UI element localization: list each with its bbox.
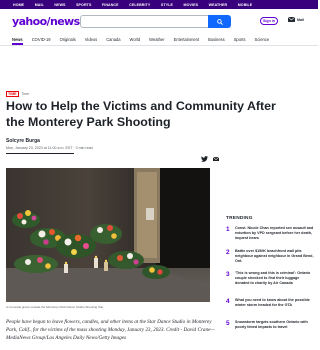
nav-item-entertainment[interactable]: Entertainment	[174, 37, 200, 42]
mail-label: Mail	[297, 17, 304, 22]
topbar-link-home[interactable]: HOME	[13, 3, 24, 7]
search-bar	[80, 15, 231, 28]
article-body-paragraph: People have begun to leave flowers, cand…	[6, 319, 216, 341]
article-source[interactable]: TIME Time	[6, 91, 29, 97]
nav-item-covid-19[interactable]: COVID-19	[32, 37, 51, 42]
article-photo	[6, 168, 210, 302]
article-author[interactable]: Solcyre Burga	[6, 138, 40, 144]
logo-news-text: news	[49, 15, 80, 28]
twitter-share-button[interactable]	[200, 155, 208, 163]
trending-rank: 2	[226, 249, 230, 256]
trending-item[interactable]: 3 'This is wrong and this is criminal': …	[226, 271, 314, 285]
search-input[interactable]	[80, 15, 208, 28]
trending-item[interactable]: 5 Snowstorm targets southern Ontario wit…	[226, 320, 314, 330]
nav-item-canada[interactable]: Canada	[106, 37, 120, 42]
trending-headline[interactable]: Const. Nicole Chan reported sex assault …	[235, 226, 314, 240]
trending-rank: 3	[226, 271, 230, 278]
topbar-link-sports[interactable]: SPORTS	[76, 3, 91, 7]
search-icon	[216, 18, 223, 25]
nav-item-news[interactable]: News	[12, 37, 23, 45]
sign-in-button[interactable]: Sign in	[260, 17, 278, 25]
topbar-link-style[interactable]: STYLE	[161, 3, 173, 7]
topbar-link-weather[interactable]: WEATHER	[209, 3, 228, 7]
email-share-button[interactable]	[212, 155, 220, 163]
nav-item-sports[interactable]: Sports	[234, 37, 246, 42]
trending-headline[interactable]: What you need to know about the possible…	[235, 298, 314, 308]
nav-item-weather[interactable]: Weather	[149, 37, 164, 42]
trending-item[interactable]: 4 What you need to know about the possib…	[226, 298, 314, 308]
source-name: Time	[21, 92, 30, 96]
envelope-icon	[213, 156, 219, 162]
nav-item-videos[interactable]: Videos	[85, 37, 97, 42]
mail-link[interactable]: Mail	[288, 17, 304, 22]
topbar-link-news[interactable]: NEWS	[54, 3, 65, 7]
photo-caption: A memorial grows outside the Monterey Pa…	[6, 305, 104, 309]
search-button[interactable]	[208, 15, 231, 28]
topbar-link-mobile[interactable]: MOBILE	[238, 3, 253, 7]
yahoo-news-logo[interactable]: yahoo/news	[12, 15, 80, 28]
trending-headline[interactable]: Battle over $150K beachfront wall pits n…	[235, 249, 314, 263]
source-logo: TIME	[6, 91, 19, 97]
mail-icon	[288, 17, 295, 22]
article-headline: How to Help the Victims and Community Af…	[6, 99, 276, 129]
topbar-link-celebrity[interactable]: CELEBRITY	[129, 3, 150, 7]
topbar-link-finance[interactable]: FINANCE	[102, 3, 119, 7]
trending-item[interactable]: 1 Const. Nicole Chan reported sex assaul…	[226, 226, 314, 240]
trending-heading: TRENDING	[226, 216, 253, 221]
twitter-icon	[200, 156, 208, 162]
trending-headline[interactable]: Snowstorm targets southern Ontario with …	[235, 320, 314, 330]
trending-rank: 1	[226, 226, 230, 233]
section-nav: News COVID-19 Originals Videos Canada Wo…	[0, 33, 318, 45]
trending-item[interactable]: 2 Battle over $150K beachfront wall pits…	[226, 249, 314, 263]
trending-rank: 4	[226, 298, 230, 305]
nav-divider	[0, 45, 318, 46]
trending-headline[interactable]: 'This is wrong and this is criminal': On…	[235, 271, 314, 285]
site-header: yahoo/news Sign in Mail	[0, 9, 318, 33]
nav-item-science[interactable]: Science	[255, 37, 270, 42]
topbar-link-mail[interactable]: MAIL	[35, 3, 44, 7]
nav-item-originals[interactable]: Originals	[60, 37, 76, 42]
memorial-image	[6, 168, 210, 302]
article-dateline: Mon, January 23, 2023 at 11:00 a.m. EST …	[6, 146, 93, 150]
nav-item-world[interactable]: World	[130, 37, 141, 42]
trending-rank: 5	[226, 320, 230, 327]
byline-divider	[6, 153, 74, 155]
global-topbar: HOME MAIL NEWS SPORTS FINANCE CELEBRITY …	[0, 0, 318, 9]
topbar-link-movies[interactable]: MOVIES	[184, 3, 199, 7]
logo-yahoo-text: yahoo	[12, 15, 47, 28]
nav-item-business[interactable]: Business	[208, 37, 225, 42]
